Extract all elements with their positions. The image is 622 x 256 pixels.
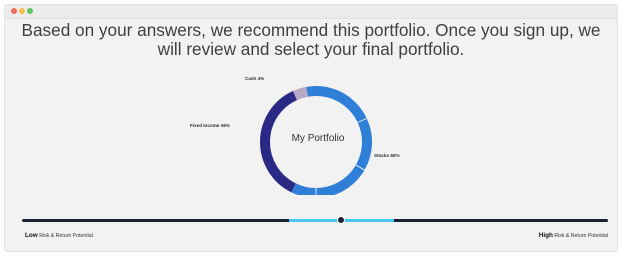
risk-return-slider[interactable] [22, 216, 608, 224]
cash-segment [292, 86, 309, 101]
close-window-button[interactable] [11, 8, 17, 14]
maximize-window-button[interactable] [27, 8, 33, 14]
fixed-income-segment-label: Fixed Income 36% [190, 123, 230, 128]
minimize-window-button[interactable] [19, 8, 25, 14]
cash-segment-label: Cash 4% [245, 76, 265, 81]
stocks-segment-label: Stocks 60% [374, 153, 400, 158]
window-titlebar [5, 5, 617, 19]
low-risk-label-bold: Low [25, 232, 38, 239]
low-risk-label-text: Risk & Return Potential [37, 233, 93, 239]
high-risk-label-text: Risk & Return Potential [552, 233, 608, 239]
high-risk-label-bold: High [538, 232, 553, 239]
portfolio-donut-chart [260, 86, 372, 195]
high-risk-label: High Risk & Return Potential [539, 232, 608, 239]
fixed-income-segment [260, 91, 298, 193]
stocks-segment [291, 86, 372, 195]
slider-thumb[interactable] [337, 216, 346, 224]
recommendation-headline: Based on your answers, we recommend this… [21, 20, 601, 59]
low-risk-label: Low Risk & Return Potential [25, 232, 93, 239]
